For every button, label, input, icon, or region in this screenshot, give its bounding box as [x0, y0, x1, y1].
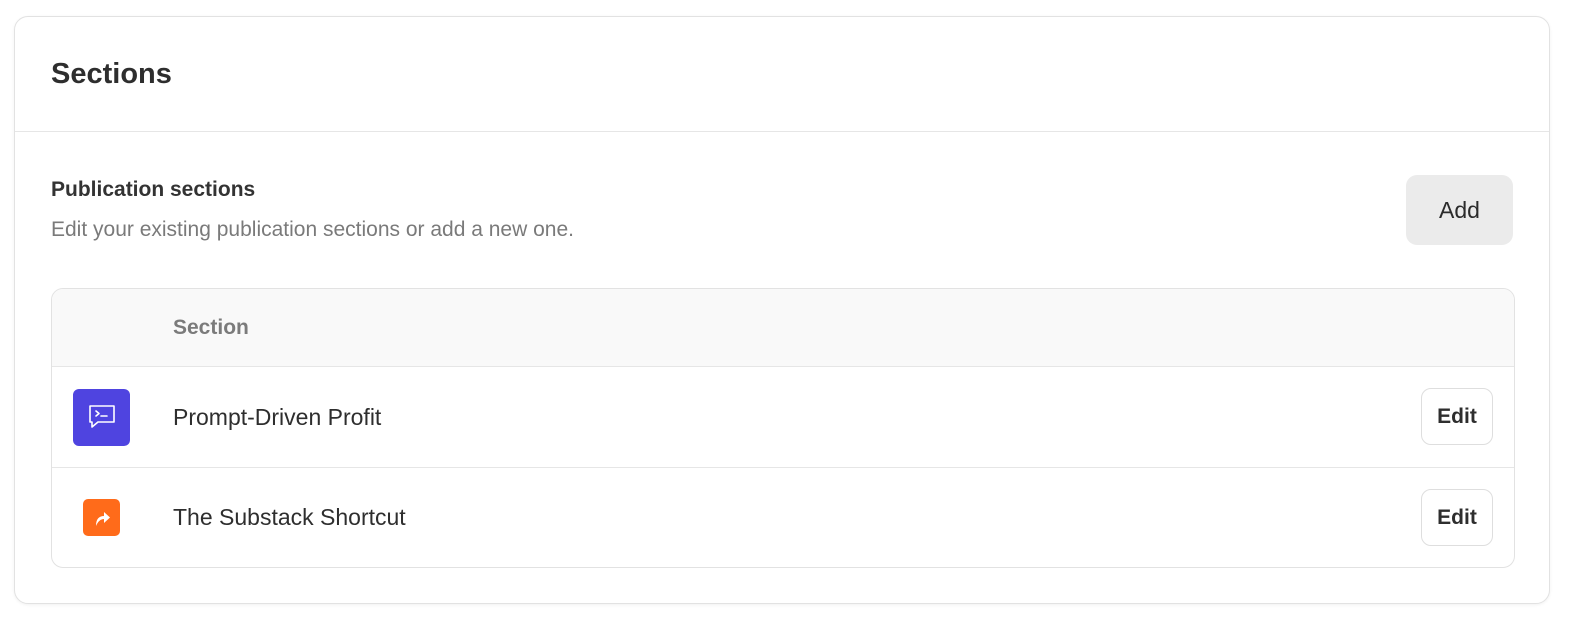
terminal-chat-icon-glyph: [88, 405, 115, 428]
column-header-section: Section: [173, 315, 249, 339]
terminal-chat-icon: [73, 388, 130, 446]
edit-section-button[interactable]: Edit: [1421, 489, 1493, 546]
row-icon-cell: [52, 388, 173, 446]
card-header: Sections: [15, 17, 1549, 132]
shortcut-arrow-icon-glyph: [95, 511, 110, 526]
row-icon-cell: [52, 489, 173, 546]
add-section-button[interactable]: Add: [1406, 175, 1513, 245]
section-heading: Publication sections: [51, 178, 256, 201]
publication-sections-header: Publication sections Edit your existing …: [51, 132, 1513, 288]
section-name: Prompt-Driven Profit: [173, 403, 382, 430]
page-title: Sections: [51, 57, 172, 90]
table-row: Prompt-Driven Profit Edit: [52, 367, 1514, 467]
card-body: Publication sections Edit your existing …: [15, 132, 1549, 568]
sections-card: Sections Publication sections Edit your …: [14, 16, 1550, 604]
sections-table: Section Prompt-Driven Profit Edit The Su…: [51, 288, 1515, 568]
section-name: The Substack Shortcut: [173, 504, 406, 530]
table-row: The Substack Shortcut Edit: [52, 467, 1514, 567]
edit-section-button[interactable]: Edit: [1421, 388, 1493, 445]
section-description: Edit your existing publication sections …: [51, 218, 574, 241]
shortcut-arrow-icon: [83, 499, 120, 536]
table-header: Section: [52, 289, 1514, 367]
shortcut-arrow-icon-wrap: [73, 489, 130, 546]
